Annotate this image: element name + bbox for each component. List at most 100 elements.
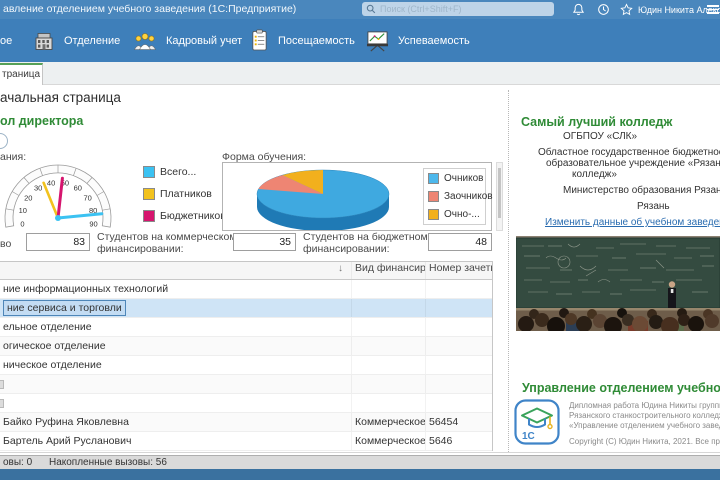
- cell-financing: [352, 337, 426, 355]
- scrollbar-thumb[interactable]: [498, 168, 501, 218]
- content-bottom-divider: [0, 452, 720, 453]
- cell-name: ние сервиса и торговли: [0, 299, 352, 317]
- cell-number: [426, 356, 492, 374]
- refresh-icon[interactable]: [0, 133, 8, 149]
- pie-legend: Очников Заочников Очно-...: [423, 168, 493, 225]
- about-heading: Управление отделением учебного з: [522, 381, 720, 395]
- college-full-name-line2: образовательное учреждение «Рязанский са…: [546, 158, 720, 169]
- people-icon: [133, 32, 157, 50]
- about-line2: Рязанского станкостроительного колледжа …: [569, 411, 720, 420]
- page-title: ачальная страница: [0, 90, 121, 105]
- legend-label: Заочников: [444, 190, 493, 202]
- panel-divider: [508, 90, 509, 452]
- sort-arrow-icon[interactable]: ↓: [338, 263, 343, 274]
- legend-label: Очников: [444, 172, 484, 184]
- main-menu-icon[interactable]: [707, 5, 719, 15]
- table-row[interactable]: огическое отделение: [0, 337, 492, 356]
- svg-text:90: 90: [89, 220, 97, 229]
- cell-financing: [352, 280, 426, 298]
- table-row[interactable]: [0, 375, 492, 394]
- table-row[interactable]: ние информационных технологий: [0, 280, 492, 299]
- table-row[interactable]: ническое отделение: [0, 356, 492, 375]
- legend-label: Очно-...: [444, 208, 480, 220]
- edit-college-link[interactable]: Изменить данные об учебном заведен: [545, 217, 720, 228]
- cell-name: ническое отделение: [0, 356, 352, 374]
- table-header-financing[interactable]: Вид финансирования: [352, 262, 426, 279]
- table-row[interactable]: [0, 394, 492, 413]
- cell-number: [426, 318, 492, 336]
- cell-number: [426, 299, 492, 317]
- financing-gauge-chart: 0 10 20 30 40 50 60 70 80 90: [4, 164, 112, 229]
- table-row-selected[interactable]: ние сервиса и торговли: [0, 299, 492, 318]
- ribbon-label-main: ое: [0, 34, 13, 47]
- commercial-students-field[interactable]: 35: [233, 233, 296, 251]
- legend-swatch-parttime: [428, 190, 439, 202]
- table-row[interactable]: Байко Руфина ЯковлевнаКоммерческое финан…: [0, 413, 492, 432]
- charts-scrollbar[interactable]: [496, 162, 503, 231]
- about-line1: Дипломная работа Юдина Никиты группы ИС-: [569, 401, 720, 410]
- legend-swatch-paid: [143, 188, 155, 200]
- about-line3: «Управление отделением учебного заведени…: [569, 421, 720, 430]
- legend-label: Бюджетников: [160, 210, 226, 222]
- svg-text:60: 60: [74, 184, 82, 193]
- cell-financing: [352, 299, 426, 317]
- app-logo-graduation-icon: 1С: [514, 399, 560, 445]
- cell-financing: [352, 318, 426, 336]
- ribbon-menu: ое Отделение Кадровый учет Посещаемость …: [0, 19, 720, 62]
- ribbon-item-performance[interactable]: Успеваемость: [366, 19, 470, 62]
- cell-name: [0, 394, 352, 412]
- window-bottom-border: [0, 469, 720, 480]
- cell-number: 56454: [429, 416, 459, 428]
- titlebar: авление отделением учебного заведения (1…: [0, 0, 720, 19]
- row-marker: [0, 380, 4, 389]
- gauge-legend: Всего... Платников Бюджетников: [143, 166, 226, 232]
- building-icon: [35, 32, 53, 50]
- app-window: авление отделением учебного заведения (1…: [0, 0, 720, 480]
- dashboard-heading: ол директора: [0, 114, 84, 128]
- table-header-name[interactable]: ↓: [0, 262, 352, 279]
- search-input[interactable]: [378, 3, 554, 15]
- cell-number: [426, 280, 492, 298]
- college-heading: Самый лучший колледж: [521, 115, 673, 129]
- svg-text:10: 10: [19, 206, 27, 215]
- favorites-star-icon[interactable]: [620, 3, 634, 17]
- ribbon-item-department[interactable]: Отделение: [33, 19, 120, 62]
- table-row[interactable]: Бартель Арий РуслановичКоммерческое фина…: [0, 432, 492, 451]
- status-bar: овы: 0 Накопленные вызовы: 56: [0, 455, 720, 469]
- legend-label: Платников: [160, 188, 212, 200]
- svg-text:0: 0: [20, 220, 24, 229]
- search-box[interactable]: [362, 2, 554, 16]
- legend-swatch-fulltime: [428, 172, 439, 184]
- tab-start-page[interactable]: траница: [0, 63, 43, 85]
- copyright-line: Copyright (C) Юдин Никита, 2021. Все пра…: [569, 437, 720, 446]
- logo-text: 1С: [522, 431, 535, 442]
- legend-swatch-total: [143, 166, 155, 178]
- cell-financing: Коммерческое финансиров...: [352, 413, 426, 431]
- cell-name: огическое отделение: [0, 337, 352, 355]
- legend-item: Всего...: [143, 166, 226, 178]
- ribbon-item-hr[interactable]: Кадровый учет: [133, 19, 242, 62]
- cell-name: Байко Руфина Яковлевна: [0, 413, 352, 431]
- window-title: авление отделением учебного заведения (1…: [3, 3, 297, 15]
- cell-financing: [352, 394, 426, 412]
- ribbon-label-attendance: Посещаемость: [278, 34, 355, 47]
- budget-students-field[interactable]: 48: [428, 233, 492, 251]
- table-header-number[interactable]: Номер зачетки: [426, 262, 492, 279]
- notifications-bell-icon[interactable]: [572, 3, 586, 17]
- table-row[interactable]: ельное отделение: [0, 318, 492, 337]
- svg-text:70: 70: [84, 193, 92, 202]
- ribbon-item-main[interactable]: ое: [0, 19, 12, 62]
- legend-item: Заочников: [428, 190, 493, 202]
- history-clock-icon[interactable]: [597, 3, 611, 17]
- ribbon-label-hr: Кадровый учет: [166, 34, 243, 47]
- cell-name: [0, 375, 352, 393]
- legend-item: Платников: [143, 188, 226, 200]
- total-count-field[interactable]: 83: [26, 233, 90, 251]
- ribbon-item-attendance[interactable]: Посещаемость: [250, 19, 355, 62]
- clipboard-icon: [252, 29, 267, 51]
- table-header[interactable]: ↓ Вид финансирования Номер зачетки: [0, 262, 492, 280]
- education-pie-chart: [256, 169, 390, 230]
- legend-label: Всего...: [160, 166, 197, 178]
- legend-swatch-mixed: [428, 208, 439, 220]
- commercial-students-label: Студентов на коммерческом финансировании…: [97, 231, 237, 255]
